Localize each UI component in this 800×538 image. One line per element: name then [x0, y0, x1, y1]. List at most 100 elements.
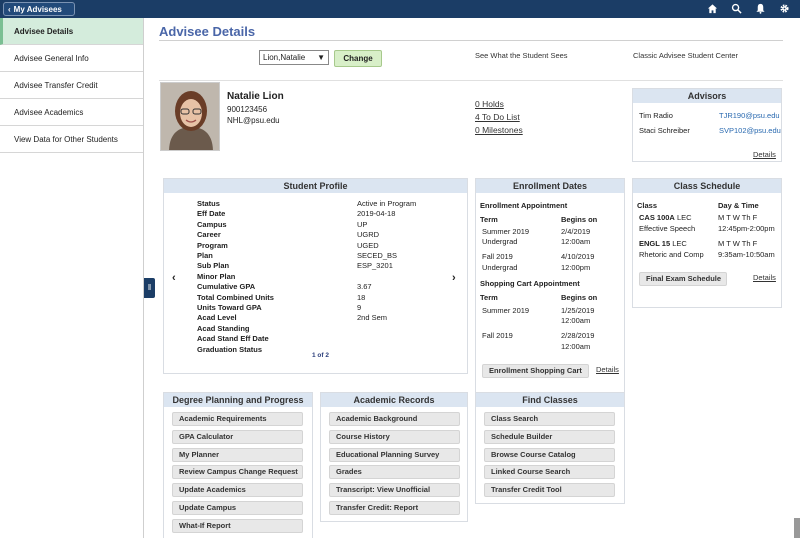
- term: Summer 2019: [482, 227, 530, 236]
- enrollment-details-link[interactable]: Details: [596, 365, 619, 374]
- begins-time: 12:00pm: [561, 263, 591, 272]
- student-profile-card: Student Profile Status Active in Program E…: [163, 178, 468, 374]
- class-type: LEC: [676, 213, 692, 222]
- records-button-4[interactable]: Transcript: View Unofficial: [329, 483, 460, 498]
- enrollment-dates-card: Enrollment Dates Enrollment Appointment …: [475, 178, 625, 401]
- class-code: ENGL 15: [639, 239, 671, 248]
- term: Summer 2019: [482, 306, 530, 315]
- degree-button-0[interactable]: Academic Requirements: [172, 412, 303, 426]
- card-title: Academic Records: [321, 393, 467, 407]
- profile-value: 2nd Sem: [357, 313, 388, 323]
- pager: 1 of 2: [312, 352, 329, 359]
- student-select-value: Lion,Natalie: [263, 53, 306, 62]
- profile-label: Total Combined Units: [197, 292, 274, 302]
- profile-label: Units Toward GPA: [197, 303, 262, 312]
- degree-button-2[interactable]: My Planner: [172, 447, 303, 462]
- see-what-student-sees-link[interactable]: See What the Student Sees: [475, 51, 568, 60]
- sidebar-item-advisee-academics[interactable]: Advisee Academics: [0, 99, 143, 126]
- holds-link[interactable]: 0 Holds: [475, 99, 504, 109]
- divider: [159, 40, 783, 41]
- profile-label: Career: [197, 230, 221, 240]
- degree-button-1[interactable]: GPA Calculator: [172, 429, 303, 444]
- class-header: Class: [637, 201, 658, 210]
- prev-arrow-icon[interactable]: ‹: [172, 272, 176, 284]
- my-advisees-button[interactable]: ‹ My Advisees: [3, 2, 75, 16]
- card-title: Advisors: [633, 89, 781, 103]
- begins-time: 12:00am: [561, 237, 591, 246]
- term-career: Undergrad: [482, 263, 518, 272]
- records-button-3[interactable]: Grades: [329, 465, 460, 480]
- card-title: Find Classes: [476, 393, 624, 407]
- advisor-email-link[interactable]: SVP102@psu.edu: [719, 126, 781, 135]
- advisor-name: Tim Radio: [639, 111, 673, 120]
- main-content: Advisee Details Lion,Natalie ▼ Change Se…: [145, 18, 800, 538]
- profile-value: 3.67: [357, 282, 372, 292]
- profile-value: 2019-04-18: [357, 209, 396, 219]
- sidebar-item-label: View Data for Other Students: [14, 134, 118, 144]
- term: Fall 2019: [482, 252, 513, 261]
- advisors-details-link[interactable]: Details: [753, 150, 776, 159]
- records-button-1[interactable]: Course History: [329, 429, 460, 444]
- advisor-name: Staci Schreiber: [639, 126, 690, 135]
- degree-button-5[interactable]: Update Campus: [172, 501, 303, 515]
- term-career: Undergrad: [482, 237, 518, 246]
- card-title: Enrollment Dates: [476, 179, 624, 193]
- sidebar-item-advisee-details[interactable]: Advisee Details: [0, 18, 143, 45]
- sidebar-item-label: Advisee Transfer Credit: [14, 80, 98, 90]
- class-days: M T W Th F: [718, 213, 758, 222]
- bell-icon[interactable]: [754, 3, 766, 15]
- records-button-2[interactable]: Educational Planning Survey: [329, 447, 460, 462]
- profile-label: Acad Level: [197, 313, 237, 323]
- milestones-link[interactable]: 0 Milestones: [475, 125, 523, 135]
- profile-value: UGED: [357, 240, 379, 250]
- sidebar-item-label: Advisee Academics: [14, 107, 84, 117]
- todo-link[interactable]: 4 To Do List: [475, 112, 520, 122]
- final-exam-schedule-button[interactable]: Final Exam Schedule: [639, 272, 727, 286]
- degree-button-6[interactable]: What-If Report: [172, 518, 303, 533]
- profile-value: SECED_BS: [357, 251, 398, 260]
- find-button-2[interactable]: Browse Course Catalog: [484, 447, 615, 462]
- profile-label: Status: [197, 199, 220, 208]
- profile-value: Active in Program: [357, 199, 417, 208]
- next-arrow-icon[interactable]: ›: [452, 272, 456, 284]
- class-time: 9:35am-10:50am: [718, 250, 775, 259]
- begins-date: 2/28/2019: [561, 331, 595, 340]
- class-schedule-card: Class Schedule Class Day & Time CAS 100A…: [632, 178, 782, 308]
- search-icon[interactable]: [730, 3, 742, 15]
- profile-label: Sub Plan: [197, 261, 230, 271]
- change-button[interactable]: Change: [334, 50, 382, 67]
- begins-date: 1/25/2019: [561, 306, 595, 315]
- sidebar-item-advisee-transfer-credit[interactable]: Advisee Transfer Credit: [0, 72, 143, 99]
- begins-time: 12:00am: [561, 316, 591, 325]
- advisor-email-link[interactable]: TJR190@psu.edu: [719, 111, 780, 120]
- find-button-4[interactable]: Transfer Credit Tool: [484, 483, 615, 498]
- student-email: NHL@psu.edu: [227, 116, 280, 125]
- divider: [159, 80, 783, 81]
- find-button-3[interactable]: Linked Course Search: [484, 465, 615, 480]
- home-icon[interactable]: [706, 3, 718, 15]
- degree-button-3[interactable]: Review Campus Change Request: [172, 465, 303, 480]
- card-title: Class Schedule: [633, 179, 781, 193]
- student-select[interactable]: Lion,Natalie ▼: [259, 50, 329, 65]
- classic-student-center-link[interactable]: Classic Advisee Student Center: [633, 51, 738, 60]
- records-button-5[interactable]: Transfer Credit: Report: [329, 501, 460, 515]
- profile-label: Program: [197, 240, 228, 250]
- advisors-card: Advisors Tim Radio TJR190@psu.edu Staci …: [632, 88, 782, 162]
- academic-records-card: Academic Records Academic Background Cour…: [320, 392, 468, 522]
- records-button-0[interactable]: Academic Background: [329, 412, 460, 426]
- degree-button-4[interactable]: Update Academics: [172, 483, 303, 498]
- profile-value: UGRD: [357, 230, 380, 240]
- schedule-details-link[interactable]: Details: [753, 273, 776, 282]
- profile-label: Acad Standing: [197, 323, 250, 333]
- gear-icon[interactable]: [778, 3, 790, 15]
- sidebar-item-advisee-general-info[interactable]: Advisee General Info: [0, 45, 143, 72]
- sidebar-item-view-data-other-students[interactable]: View Data for Other Students: [0, 126, 143, 153]
- find-button-0[interactable]: Class Search: [484, 412, 615, 426]
- caret-down-icon: ▼: [317, 53, 325, 62]
- profile-label: Graduation Status: [197, 344, 263, 354]
- find-button-1[interactable]: Schedule Builder: [484, 429, 615, 444]
- enrollment-shopping-cart-button[interactable]: Enrollment Shopping Cart: [482, 364, 589, 378]
- scrollbar[interactable]: [794, 518, 800, 538]
- profile-label: Minor Plan: [197, 271, 236, 281]
- class-time: 12:45pm-2:00pm: [718, 224, 775, 233]
